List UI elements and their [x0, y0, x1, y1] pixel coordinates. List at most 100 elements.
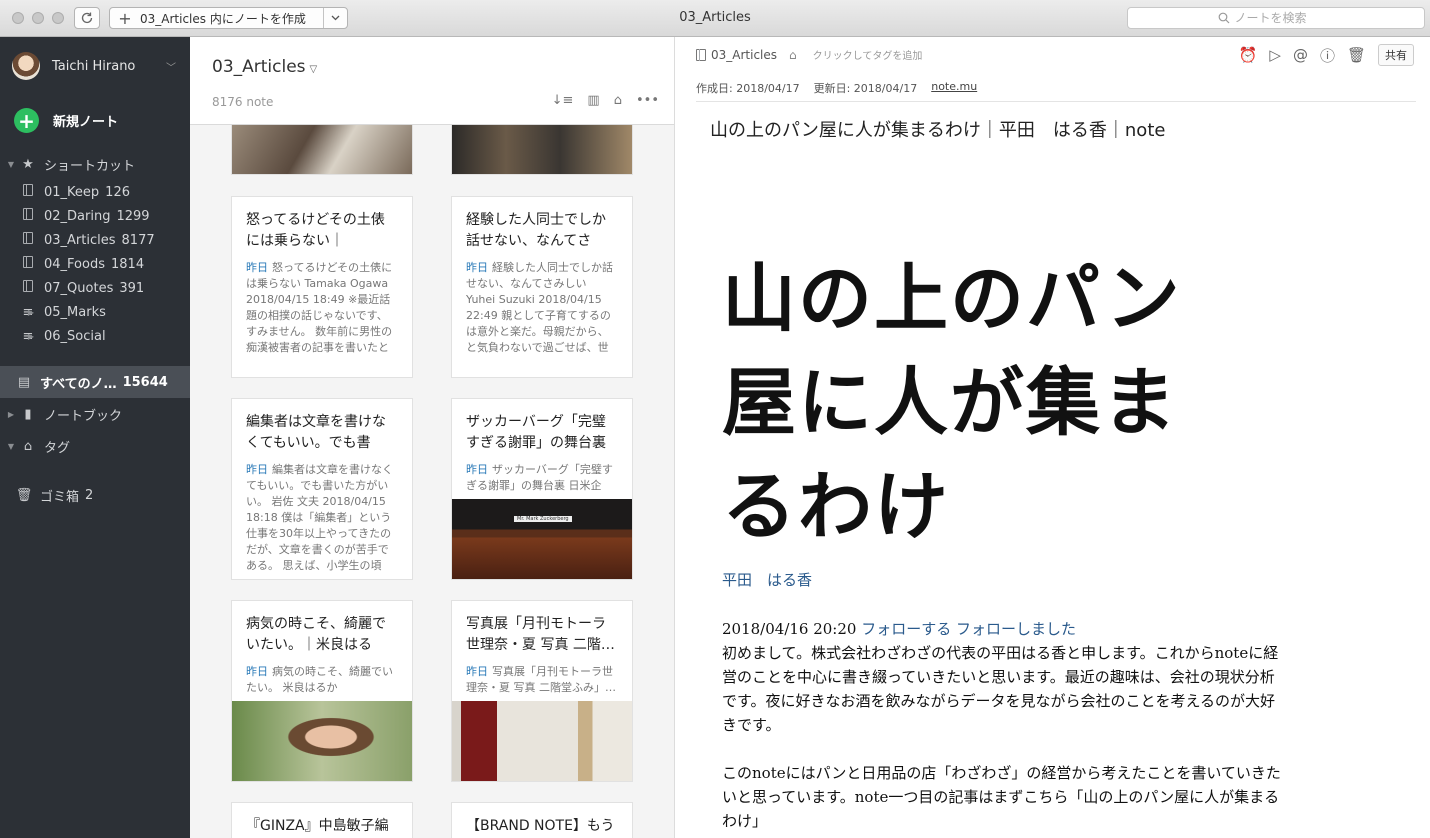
info-icon[interactable]: ⓘ [1320, 45, 1335, 66]
account-menu[interactable]: Taichi Hirano ﹀ [12, 51, 182, 81]
sidebar-item-label: ノートブック [44, 408, 123, 424]
note-card-title: 『GINZA』中島敏子編 [246, 818, 389, 834]
new-note-button-label: 03_Articles 内にノートを作成 [140, 11, 306, 26]
source-url-link[interactable]: note.mu [931, 80, 977, 96]
note-metadata: 作成日: 2018/04/17 更新日: 2018/04/17 note.mu [696, 80, 977, 96]
more-options-icon[interactable]: ••• [636, 93, 659, 108]
note-card[interactable]: 【BRAND NOTE】もう [451, 802, 633, 838]
sidebar-item-shortcuts[interactable]: ▼ ★ ショートカット [0, 152, 190, 176]
note-card[interactable]: 経験した人同士でしか話せない、なんてさみ… 昨日経験した人同士でしか話せない、な… [451, 196, 633, 378]
share-button[interactable]: 共有 [1378, 44, 1414, 66]
notebook-icon [696, 48, 706, 61]
reminder-icon[interactable]: ⏰ [1239, 46, 1258, 64]
sidebar-item-05-marks[interactable]: ▶ ≡ 05_Marks [0, 300, 190, 324]
zoom-window-button[interactable] [52, 12, 64, 24]
note-card[interactable]: 『GINZA』中島敏子編 [231, 802, 413, 838]
note-card-title: 【BRAND NOTE】もう [466, 818, 615, 834]
disclosure-closed-icon[interactable]: ▶ [4, 410, 18, 419]
search-input[interactable] [1234, 11, 1335, 25]
sidebar-item-count: 1299 [116, 208, 150, 224]
notes-icon: ▤ [17, 374, 31, 390]
note-card-snippet: 昨日ザッカーバーグ「完璧すぎる謝罪」の舞台裏 日米企業… [466, 463, 613, 492]
notebook-icon [20, 232, 36, 248]
article-author-link[interactable]: 平田 はる香 [722, 569, 812, 590]
note-card[interactable]: 病気の時こそ、綺麗でいたい。｜米良はるか… 昨日病気の時こそ、綺麗でいたい。 米… [231, 600, 413, 782]
notebook-title: 03_Articles [212, 57, 306, 77]
sidebar-item-04-foods[interactable]: 04_Foods 1814 [0, 252, 190, 276]
view-options-icon[interactable]: ▥ [587, 93, 599, 108]
notebook-icon: ▮ [24, 406, 32, 422]
follow-link[interactable]: フォローする [861, 620, 951, 638]
notebook-selector[interactable]: 03_Articles [696, 48, 777, 62]
note-thumbnail [232, 701, 412, 781]
new-note-label: 新規ノート [53, 115, 119, 130]
sidebar-item-07-quotes[interactable]: 07_Quotes 391 [0, 276, 190, 300]
note-title[interactable]: 山の上のパン屋に人が集まるわけ｜平田 はる香｜note [710, 116, 1165, 142]
new-note-button[interactable]: + 新規ノート [14, 108, 118, 133]
article-date: 2018/04/16 20:20 [722, 620, 857, 638]
note-card[interactable]: ザッカーバーグ「完璧すぎる謝罪」の舞台裏｜「… 昨日ザッカーバーグ「完璧すぎる謝… [451, 398, 633, 580]
sidebar-item-tags[interactable]: ▼ ⌂ タグ [0, 434, 190, 458]
note-card[interactable] [451, 125, 633, 175]
search-field[interactable] [1127, 7, 1425, 29]
trash-icon[interactable]: 🗑 [1347, 46, 1366, 64]
disclosure-closed-icon[interactable]: ▶ [24, 308, 38, 317]
sidebar-item-all-notes[interactable]: ▤ すべてのノ… 15644 [0, 366, 190, 398]
note-card-date: 昨日 [246, 463, 268, 476]
sort-icon[interactable]: ↓≡ [552, 93, 574, 108]
sidebar-item-notebooks[interactable]: ▶ ▮ ノートブック [0, 402, 190, 426]
star-icon: ★ [22, 156, 34, 172]
notebook-title-dropdown[interactable]: 03_Articles ▽ [212, 57, 317, 77]
notebook-icon [20, 208, 36, 224]
sync-button[interactable] [74, 7, 100, 29]
paragraph: 初めまして。株式会社わざわざの代表の平田はる香と申します。これからnoteに経営… [722, 644, 1279, 734]
minimize-window-button[interactable] [32, 12, 44, 24]
disclosure-open-icon[interactable]: ▼ [4, 160, 18, 169]
note-body[interactable]: 2018/04/16 20:20 フォローする フォローしました 初めまして。株… [722, 617, 1282, 838]
paragraph: このnoteにはパンと日用品の店「わざわざ」の経営から考えたことを書いていきたい… [722, 764, 1281, 830]
new-note-dropdown-button[interactable] [323, 8, 347, 28]
note-card[interactable]: 怒ってるけどその土俵には乗らない｜Tamaka… 昨日怒ってるけどその土俵には乗… [231, 196, 413, 378]
chevron-down-icon: ▽ [309, 64, 318, 75]
sidebar-item-label: 04_Foods [44, 256, 105, 272]
disclosure-closed-icon[interactable]: ▶ [24, 332, 38, 341]
user-name: Taichi Hirano [52, 58, 136, 74]
presentation-icon[interactable]: ▷ [1269, 46, 1281, 64]
note-card-title: 編集者は文章を書けなくてもいい。でも書い… [246, 414, 386, 451]
note-card[interactable]: 写真展「月刊モトーラ世理奈・夏 写真 二階… 昨日 写真展「月刊モトーラ世理奈・夏… [451, 600, 633, 782]
sidebar-item-03-articles[interactable]: 03_Articles 8177 [0, 228, 190, 252]
trash-icon: 🗑 [15, 487, 33, 503]
tag-icon: ⌂ [23, 438, 33, 454]
followed-link[interactable]: フォローしました [956, 620, 1076, 638]
sidebar-item-01-keep[interactable]: 01_Keep 126 [0, 180, 190, 204]
sidebar-item-label: 06_Social [44, 328, 106, 344]
sidebar-item-label: ゴミ箱 [40, 489, 80, 505]
note-card-date: 昨日 [466, 261, 488, 274]
sidebar-item-02-daring[interactable]: 02_Daring 1299 [0, 204, 190, 228]
note-card[interactable] [231, 125, 413, 175]
add-tag-field[interactable]: クリックしてタグを追加 [813, 47, 923, 62]
sidebar-item-06-social[interactable]: ▶ ≡ 06_Social [0, 324, 190, 348]
thumbnail-caption: Mr. Mark Zuckerberg [514, 516, 572, 522]
at-sign-icon[interactable]: @ [1293, 46, 1308, 64]
disclosure-open-icon[interactable]: ▼ [4, 442, 18, 451]
note-card[interactable]: 編集者は文章を書けなくてもいい。でも書い… 昨日編集者は文章を書けなくてもいい。… [231, 398, 413, 580]
tag-icon: ⌂ [789, 47, 797, 62]
tag-icon[interactable]: ⌂ [614, 93, 622, 108]
close-window-button[interactable] [12, 12, 24, 24]
note-card-title: 病気の時こそ、綺麗でいたい。｜米良はるか… [246, 616, 386, 653]
chevron-down-icon: ﹀ [166, 62, 176, 74]
article-byline: 2018/04/16 20:20 フォローする フォローしました [722, 617, 1282, 641]
note-card-date: 昨日 [466, 665, 488, 678]
notebook-icon [20, 184, 36, 200]
note-card-title: ザッカーバーグ「完璧すぎる謝罪」の舞台裏｜「… [466, 414, 606, 451]
article-headline: 山の上のパン 屋に人が集ま るわけ [722, 256, 1182, 550]
sidebar-item-trash[interactable]: 🗑 ゴミ箱 2 [0, 483, 190, 507]
note-thumbnail [232, 125, 412, 174]
new-note-in-notebook-button[interactable]: + 03_Articles 内にノートを作成 [109, 7, 348, 29]
divider [696, 101, 1416, 102]
notebook-icon [20, 280, 36, 296]
notebook-icon [20, 256, 36, 272]
note-list: 03_Articles ▽ 8176 note ↓≡ ▥ ⌂ ••• 怒ってるけど… [190, 37, 675, 838]
note-thumbnail: Mr. Mark Zuckerberg [452, 499, 632, 579]
